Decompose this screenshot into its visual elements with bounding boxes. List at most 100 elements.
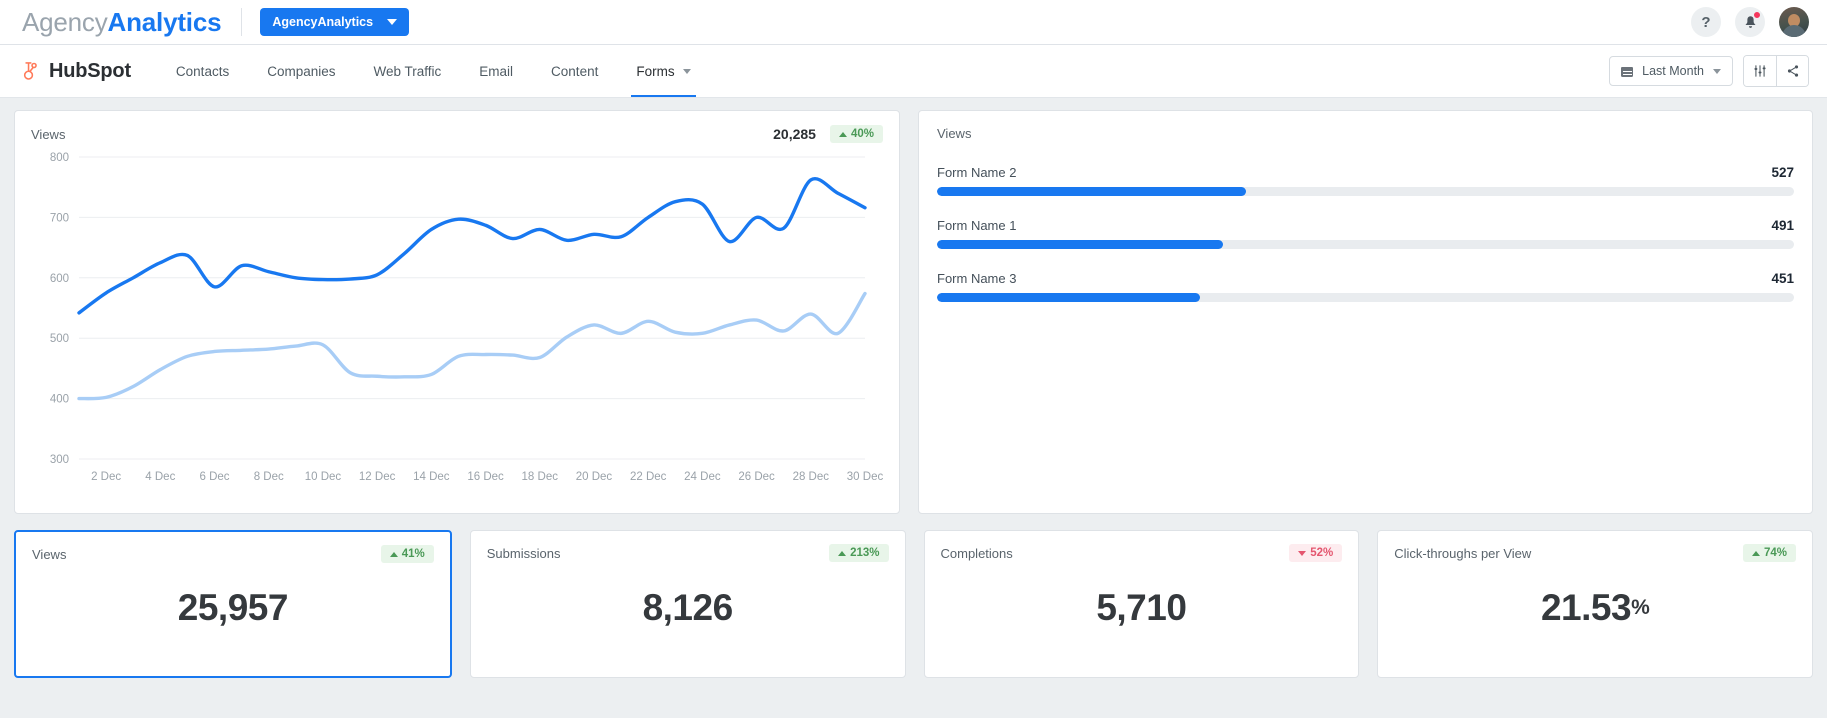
kpi-header: Click-throughs per View 74% — [1394, 544, 1796, 562]
integration-nav-bar: HubSpot Contacts Companies Web Traffic E… — [0, 45, 1827, 98]
filter-settings-button[interactable] — [1744, 56, 1776, 86]
chart-header: Views 20,285 40% — [31, 125, 883, 143]
arrow-up-icon — [390, 552, 398, 557]
chevron-down-icon — [1713, 69, 1721, 74]
app-logo: AgencyAnalytics — [22, 7, 221, 38]
list-item[interactable]: Form Name 1 491 — [937, 218, 1794, 249]
kpi-card-completions[interactable]: Completions 52% 5,710 — [924, 530, 1360, 678]
account-selector-button[interactable]: AgencyAnalytics — [260, 8, 409, 36]
top-bar-actions: ? — [1691, 7, 1809, 37]
tab-content[interactable]: Content — [532, 45, 617, 97]
svg-text:8 Dec: 8 Dec — [254, 471, 284, 483]
hubspot-sprocket-icon — [18, 60, 40, 82]
form-row-header: Form Name 3 451 — [937, 271, 1794, 286]
tab-content-label: Content — [551, 64, 598, 79]
chart-change-value: 40% — [851, 128, 874, 140]
kpi-card-views[interactable]: Views 41% 25,957 — [14, 530, 452, 678]
help-button[interactable]: ? — [1691, 7, 1721, 37]
progress-track — [937, 293, 1794, 302]
form-name: Form Name 1 — [937, 218, 1016, 233]
chevron-down-icon — [387, 19, 397, 25]
svg-text:700: 700 — [50, 212, 69, 224]
nav-tabs: Contacts Companies Web Traffic Email Con… — [157, 45, 710, 97]
progress-bar — [937, 187, 1246, 196]
tab-email-label: Email — [479, 64, 513, 79]
form-views-value: 527 — [1771, 165, 1794, 180]
notification-dot — [1753, 11, 1761, 19]
tab-web-traffic[interactable]: Web Traffic — [355, 45, 461, 97]
tab-contacts[interactable]: Contacts — [157, 45, 248, 97]
share-button[interactable] — [1776, 56, 1808, 86]
tab-email[interactable]: Email — [460, 45, 532, 97]
svg-text:16 Dec: 16 Dec — [467, 471, 504, 483]
arrow-up-icon — [838, 551, 846, 556]
svg-text:30 Dec: 30 Dec — [847, 471, 884, 483]
status-badge: 41% — [381, 545, 434, 563]
svg-text:400: 400 — [50, 394, 69, 406]
kpi-change-value: 52% — [1310, 547, 1333, 559]
kpi-value: 8,126 — [487, 562, 889, 664]
kpi-value-suffix: % — [1631, 596, 1649, 620]
svg-text:800: 800 — [50, 152, 69, 164]
kpi-value: 21.53% — [1394, 562, 1796, 664]
calendar-icon — [1621, 65, 1633, 77]
tab-web-traffic-label: Web Traffic — [374, 64, 442, 79]
status-badge: 74% — [1743, 544, 1796, 562]
nav-icon-group — [1743, 55, 1809, 87]
kpi-change-value: 41% — [402, 548, 425, 560]
nav-actions: Last Month — [1609, 55, 1809, 87]
svg-text:24 Dec: 24 Dec — [684, 471, 721, 483]
svg-text:28 Dec: 28 Dec — [793, 471, 830, 483]
svg-text:22 Dec: 22 Dec — [630, 471, 667, 483]
app-logo-bold: Analytics — [108, 7, 222, 37]
chart-change-badge: 40% — [830, 125, 883, 143]
chevron-down-icon — [683, 69, 691, 74]
tab-companies-label: Companies — [267, 64, 335, 79]
progress-bar — [937, 293, 1200, 302]
svg-text:2 Dec: 2 Dec — [91, 471, 121, 483]
arrow-down-icon — [1298, 551, 1306, 556]
avatar[interactable] — [1779, 7, 1809, 37]
svg-text:18 Dec: 18 Dec — [522, 471, 559, 483]
list-item[interactable]: Form Name 3 451 — [937, 271, 1794, 302]
svg-text:12 Dec: 12 Dec — [359, 471, 396, 483]
svg-text:6 Dec: 6 Dec — [199, 471, 229, 483]
kpi-header: Views 41% — [32, 545, 434, 563]
kpi-value-number: 25,957 — [178, 587, 288, 629]
progress-bar — [937, 240, 1223, 249]
chart-title: Views — [31, 127, 65, 142]
dashboard-content: Views 20,285 40% 800 700 600 500 400 300 2 Dec… — [0, 98, 1827, 678]
account-selector-label: AgencyAnalytics — [272, 15, 373, 29]
kpi-card-submissions[interactable]: Submissions 213% 8,126 — [470, 530, 906, 678]
kpi-header: Completions 52% — [941, 544, 1343, 562]
question-mark-icon: ? — [1701, 14, 1710, 31]
kpi-value-number: 5,710 — [1096, 587, 1186, 629]
date-range-picker[interactable]: Last Month — [1609, 56, 1733, 86]
svg-text:500: 500 — [50, 333, 69, 345]
kpi-card-click-throughs-per-view[interactable]: Click-throughs per View 74% 21.53% — [1377, 530, 1813, 678]
chart-summary: 20,285 40% — [773, 125, 883, 143]
kpi-label: Completions — [941, 546, 1013, 561]
list-item[interactable]: Form Name 2 527 — [937, 165, 1794, 196]
integration-name: HubSpot — [49, 60, 131, 83]
svg-text:600: 600 — [50, 273, 69, 285]
sliders-icon — [1753, 64, 1767, 78]
svg-text:20 Dec: 20 Dec — [576, 471, 613, 483]
views-line-chart-widget: Views 20,285 40% 800 700 600 500 400 300 2 Dec… — [14, 110, 900, 514]
kpi-value-number: 8,126 — [643, 587, 733, 629]
kpi-row: Views 41% 25,957 Submissions 213% 8,126 — [14, 530, 1813, 678]
svg-text:300: 300 — [50, 454, 69, 466]
kpi-change-value: 74% — [1764, 547, 1787, 559]
forms-list: Form Name 2 527 Form Name 1 491 — [937, 165, 1794, 302]
forms-widget-title: Views — [937, 126, 971, 141]
hubspot-logo: HubSpot — [18, 60, 131, 83]
tab-companies[interactable]: Companies — [248, 45, 354, 97]
notifications-button[interactable] — [1735, 7, 1765, 37]
kpi-value: 25,957 — [32, 563, 434, 663]
progress-track — [937, 240, 1794, 249]
kpi-value: 5,710 — [941, 562, 1343, 664]
progress-track — [937, 187, 1794, 196]
chart-total-value: 20,285 — [773, 126, 816, 142]
form-views-value: 451 — [1771, 271, 1794, 286]
tab-forms[interactable]: Forms — [617, 45, 709, 97]
